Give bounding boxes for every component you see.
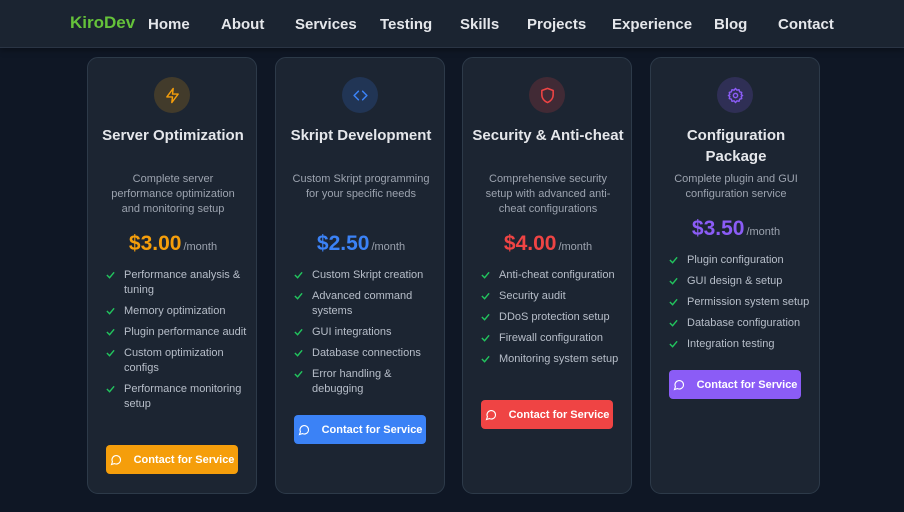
check-icon <box>669 298 678 306</box>
price-period: /month <box>558 241 593 253</box>
chat-bubble-icon <box>485 409 496 420</box>
feature-item: Plugin performance audit <box>106 325 251 340</box>
price: $2.50 <box>316 232 370 255</box>
feature-item: Permission system setup <box>669 295 814 310</box>
contact-service-button[interactable]: Contact for Service <box>669 370 801 399</box>
feature-item: Performance analysis & tuning <box>106 268 251 298</box>
chat-bubble-icon <box>110 454 121 465</box>
nav-projects[interactable]: Projects <box>527 16 586 33</box>
nav-home[interactable]: Home <box>148 16 190 33</box>
check-icon <box>294 370 303 378</box>
check-icon <box>669 340 678 348</box>
card-title: Server Optimization <box>102 127 244 144</box>
check-icon <box>481 292 490 300</box>
check-icon <box>106 349 115 357</box>
check-icon <box>294 271 303 279</box>
card-description: Comprehensive security setup with advanc… <box>485 173 611 215</box>
chat-bubble-icon <box>673 379 684 390</box>
feature-item: Custom Skript creation <box>294 268 439 283</box>
price-row: $3.00/month <box>88 232 258 256</box>
price: $4.00 <box>503 232 557 255</box>
contact-service-button[interactable]: Contact for Service <box>106 445 238 474</box>
price-period: /month <box>183 241 218 253</box>
price-period: /month <box>371 241 406 253</box>
check-icon <box>294 328 303 336</box>
price: $3.50 <box>691 217 745 240</box>
feature-item: Database configuration <box>669 316 814 331</box>
nav-blog[interactable]: Blog <box>714 16 747 33</box>
card-description: Complete server performance optimization… <box>111 173 235 215</box>
feature-list: Anti-cheat configuration Security audit … <box>481 268 626 373</box>
feature-item: Custom optimization configs <box>106 346 251 376</box>
check-icon <box>669 256 678 264</box>
check-icon <box>106 271 115 279</box>
feature-item: Anti-cheat configuration <box>481 268 626 283</box>
chat-bubble-icon <box>298 424 309 435</box>
check-icon <box>669 319 678 327</box>
feature-list: Performance analysis & tuning Memory opt… <box>106 268 251 418</box>
feature-item: Security audit <box>481 289 626 304</box>
feature-item: Error handling & debugging <box>294 367 439 397</box>
card-title: Security & Anti-cheat <box>472 127 624 144</box>
price: $3.00 <box>128 232 182 255</box>
nav-services[interactable]: Services <box>295 16 357 33</box>
feature-item: Memory optimization <box>106 304 251 319</box>
nav-testing[interactable]: Testing <box>380 16 432 33</box>
feature-item: Performance monitoring setup <box>106 382 251 412</box>
nav-contact[interactable]: Contact <box>778 16 834 33</box>
price-period: /month <box>746 226 781 238</box>
shield-icon <box>529 77 565 113</box>
feature-item: Advanced command systems <box>294 289 439 319</box>
price-row: $3.50/month <box>651 217 821 241</box>
feature-item: Database connections <box>294 346 439 361</box>
pricing-card-configuration-package: Configuration Package Complete plugin an… <box>650 57 820 494</box>
contact-service-button[interactable]: Contact for Service <box>481 400 613 429</box>
card-title: Configuration Package <box>686 127 786 165</box>
check-icon <box>106 328 115 336</box>
feature-item: Plugin configuration <box>669 253 814 268</box>
top-navbar: KiroDev Home About Services Testing Skil… <box>0 0 904 48</box>
card-description: Custom Skript programming for your speci… <box>292 173 430 200</box>
check-icon <box>669 277 678 285</box>
pricing-card-security-anticheat: Security & Anti-cheat Comprehensive secu… <box>462 57 632 494</box>
contact-service-button[interactable]: Contact for Service <box>294 415 426 444</box>
card-description: Complete plugin and GUI configuration se… <box>674 173 798 200</box>
check-icon <box>481 313 490 321</box>
check-icon <box>481 334 490 342</box>
feature-list: Plugin configuration GUI design & setup … <box>669 253 814 358</box>
feature-item: Integration testing <box>669 337 814 352</box>
check-icon <box>481 271 490 279</box>
feature-item: GUI design & setup <box>669 274 814 289</box>
card-title: Skript Development <box>290 127 432 144</box>
nav-experience[interactable]: Experience <box>612 16 692 33</box>
nav-skills[interactable]: Skills <box>460 16 499 33</box>
pricing-card-server-optimization: Server Optimization Complete server perf… <box>87 57 257 494</box>
check-icon <box>106 385 115 393</box>
check-icon <box>294 292 303 300</box>
pricing-card-skript-development: Skript Development Custom Skript program… <box>275 57 445 494</box>
feature-item: Monitoring system setup <box>481 352 626 367</box>
nav-about[interactable]: About <box>221 16 264 33</box>
feature-item: GUI integrations <box>294 325 439 340</box>
check-icon <box>481 355 490 363</box>
check-icon <box>106 307 115 315</box>
price-row: $2.50/month <box>276 232 446 256</box>
price-row: $4.00/month <box>463 232 633 256</box>
feature-item: Firewall configuration <box>481 331 626 346</box>
code-icon <box>342 77 378 113</box>
gear-icon <box>717 77 753 113</box>
nav-links: Home About Services Testing Skills Proje… <box>0 16 904 34</box>
feature-item: DDoS protection setup <box>481 310 626 325</box>
feature-list: Custom Skript creation Advanced command … <box>294 268 439 403</box>
check-icon <box>294 349 303 357</box>
lightning-icon <box>154 77 190 113</box>
